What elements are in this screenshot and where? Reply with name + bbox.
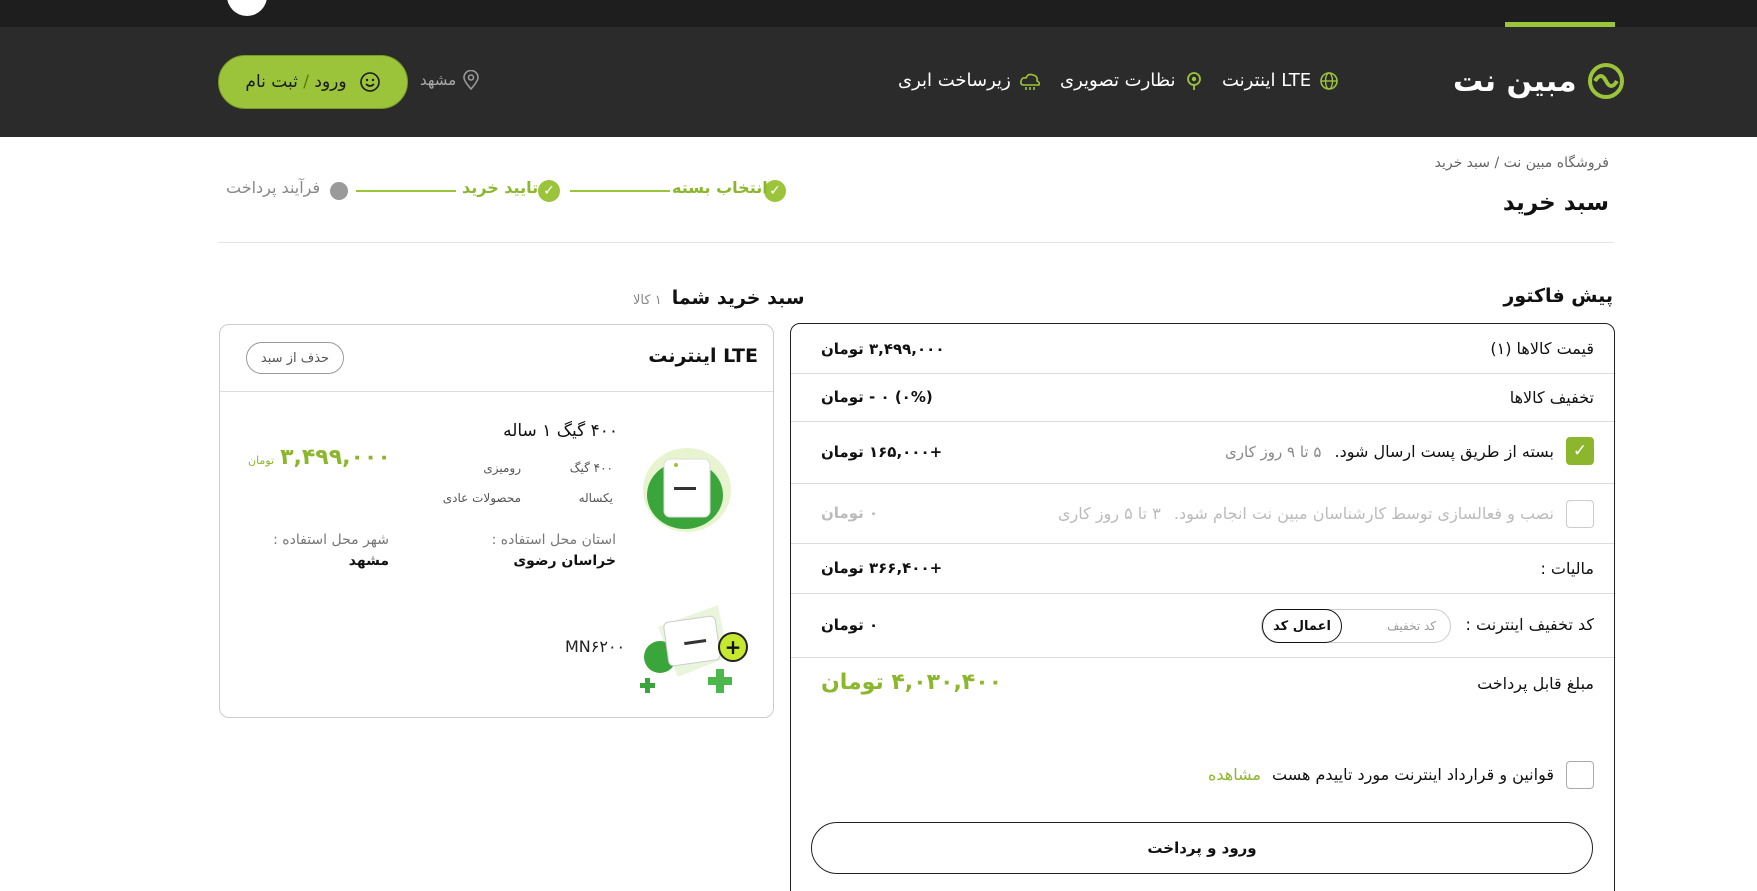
items-price-label: قیمت کالاها (۱) bbox=[1490, 339, 1594, 358]
step-2-label: تایید خرید bbox=[462, 178, 539, 197]
apply-coupon-button[interactable]: اعمال کد bbox=[1262, 609, 1342, 643]
coupon-value: ۰ تومان bbox=[821, 616, 879, 634]
cart-heading-title: سبد خرید شما bbox=[671, 287, 805, 309]
post-delivery-value: +۱۶۵,۰۰۰ تومان bbox=[821, 443, 943, 461]
price-value: ۳,۴۹۹,۰۰۰ bbox=[280, 445, 391, 470]
coupon-placeholder: کد تخفیف bbox=[1386, 619, 1436, 633]
tax-label: مالیات : bbox=[1540, 559, 1594, 578]
cart-panel: اینترنت LTE حذف از سبد ۴۰۰ گیگ ۱ ساله ۴۰… bbox=[219, 324, 774, 718]
login-register-button[interactable]: ورود / ثبت نام bbox=[218, 55, 408, 109]
nav-label: زیرساخت ابری bbox=[898, 70, 1011, 91]
main-header: مبین نت اینترنت LTE نظارت تصویری زیرساخت… bbox=[0, 27, 1757, 137]
breadcrumb-current: سبد خرید bbox=[1434, 155, 1490, 171]
discount-value: (۰%) ۰ - تومان bbox=[821, 388, 933, 406]
tax-value: +۳۶۶,۴۰۰ تومان bbox=[821, 559, 943, 577]
modem-model: MN۶۲۰۰ bbox=[565, 637, 626, 656]
discount-row: تخفیف کالاها (۰%) ۰ - تومان bbox=[791, 374, 1614, 422]
post-delivery-checkbox[interactable]: ✓ bbox=[1566, 437, 1594, 465]
logo-text: مبین نت bbox=[1453, 63, 1577, 99]
product-price: ۳,۴۹۹,۰۰۰ تومان bbox=[248, 445, 391, 470]
city-label: شهر محل استفاده : bbox=[273, 532, 389, 548]
spec-type: رومیزی bbox=[483, 461, 521, 475]
coupon-label: کد تخفیف اینترنت : bbox=[1465, 615, 1594, 634]
breadcrumb-home[interactable]: فروشگاه مبین نت bbox=[1504, 155, 1609, 171]
cloud-icon bbox=[1019, 73, 1040, 90]
installation-value: ۰ تومان bbox=[821, 504, 879, 522]
installation-label: نصب و فعالسازی توسط کارشناسان مبین نت ان… bbox=[1058, 504, 1554, 523]
installation-checkbox[interactable] bbox=[1566, 500, 1594, 528]
login-label: ورود / ثبت نام bbox=[245, 72, 347, 92]
price-currency: تومان bbox=[248, 454, 275, 467]
lte-router-image bbox=[643, 448, 731, 532]
cart-icon[interactable] bbox=[227, 0, 267, 16]
tax-row: مالیات : +۳۶۶,۴۰۰ تومان bbox=[791, 544, 1614, 594]
cart-product-title: اینترنت LTE bbox=[648, 345, 758, 367]
invoice-title: پیش فاکتور bbox=[1503, 285, 1613, 307]
items-price-value: ۳,۴۹۹,۰۰۰ تومان bbox=[821, 340, 945, 358]
spec-volume: ۴۰۰ گیگ bbox=[569, 461, 613, 475]
cart-panel-header: اینترنت LTE حذف از سبد bbox=[220, 325, 773, 392]
cart-heading: سبد خرید شما ۱ کالا bbox=[633, 287, 805, 309]
terms-link[interactable]: مشاهده bbox=[1208, 765, 1261, 784]
step-2-check-icon: ✓ bbox=[538, 180, 560, 202]
installation-row: نصب و فعالسازی توسط کارشناسان مبین نت ان… bbox=[791, 484, 1614, 544]
remove-from-cart-button[interactable]: حذف از سبد bbox=[246, 342, 344, 374]
add-modem-icon[interactable]: + bbox=[718, 632, 748, 662]
invoice-panel: قیمت کالاها (۱) ۳,۴۹۹,۰۰۰ تومان تخفیف کا… bbox=[790, 323, 1615, 891]
breadcrumb: فروشگاه مبین نت / سبد خرید bbox=[1434, 155, 1609, 171]
step-1-label: انتخاب بسته bbox=[672, 178, 768, 197]
coupon-row: کد تخفیف اینترنت : کد تخفیف اعمال کد ۰ ت… bbox=[791, 594, 1614, 658]
post-delivery-label: بسته از طریق پست ارسال شود. ۵ تا ۹ روز ک… bbox=[1225, 442, 1554, 461]
city-value: مشهد bbox=[348, 553, 389, 569]
step-connector bbox=[356, 190, 456, 192]
page-title: سبد خرید bbox=[1502, 190, 1609, 216]
nav-lte-internet[interactable]: اینترنت LTE bbox=[1222, 70, 1339, 91]
payable-label: مبلغ قابل پرداخت bbox=[1477, 674, 1594, 693]
globe-icon bbox=[1320, 71, 1338, 90]
nav-cloud-infra[interactable]: زیرساخت ابری bbox=[898, 70, 1041, 91]
province-label: استان محل استفاده : bbox=[491, 532, 616, 548]
province-value: خراسان رضوی bbox=[513, 553, 616, 569]
nav-label: اینترنت LTE bbox=[1222, 70, 1312, 91]
location-pin-icon bbox=[463, 70, 480, 90]
spec-period: یکساله bbox=[578, 491, 613, 505]
section-divider bbox=[218, 242, 1614, 243]
camera-icon bbox=[1186, 71, 1201, 90]
location-label: مشهد bbox=[420, 71, 457, 89]
terms-label: قوانین و قرارداد اینترنت مورد تاییدم هست bbox=[1272, 765, 1554, 784]
nav-label: نظارت تصویری bbox=[1060, 70, 1176, 91]
step-3-pending-icon bbox=[330, 182, 348, 200]
terms-row: قوانین و قرارداد اینترنت مورد تاییدم هست… bbox=[1208, 765, 1554, 784]
spec-category: محصولات عادی bbox=[442, 491, 521, 505]
step-3-label: فرآیند پرداخت bbox=[226, 178, 321, 197]
product-name: ۴۰۰ گیگ ۱ ساله bbox=[503, 421, 618, 441]
login-and-pay-button[interactable]: ورود و پرداخت bbox=[811, 822, 1593, 874]
discount-label: تخفیف کالاها bbox=[1509, 388, 1594, 407]
top-strip bbox=[0, 0, 1757, 27]
location-selector[interactable]: مشهد bbox=[420, 70, 480, 90]
post-delivery-row: ✓ بسته از طریق پست ارسال شود. ۵ تا ۹ روز… bbox=[791, 422, 1614, 484]
logo-icon bbox=[1587, 63, 1624, 99]
cart-item-count: ۱ کالا bbox=[633, 293, 662, 308]
coupon-input[interactable]: کد تخفیف اعمال کد bbox=[1261, 609, 1451, 643]
payable-value: ۴,۰۳۰,۴۰۰ تومان bbox=[821, 670, 1003, 695]
terms-checkbox[interactable] bbox=[1566, 761, 1594, 789]
nav-surveillance[interactable]: نظارت تصویری bbox=[1060, 70, 1204, 91]
payable-row: مبلغ قابل پرداخت ۴,۰۳۰,۴۰۰ تومان bbox=[791, 658, 1614, 712]
step-connector bbox=[570, 190, 670, 192]
items-price-row: قیمت کالاها (۱) ۳,۴۹۹,۰۰۰ تومان bbox=[791, 324, 1614, 374]
smiley-icon bbox=[359, 72, 380, 92]
site-logo[interactable]: مبین نت bbox=[1453, 63, 1627, 99]
